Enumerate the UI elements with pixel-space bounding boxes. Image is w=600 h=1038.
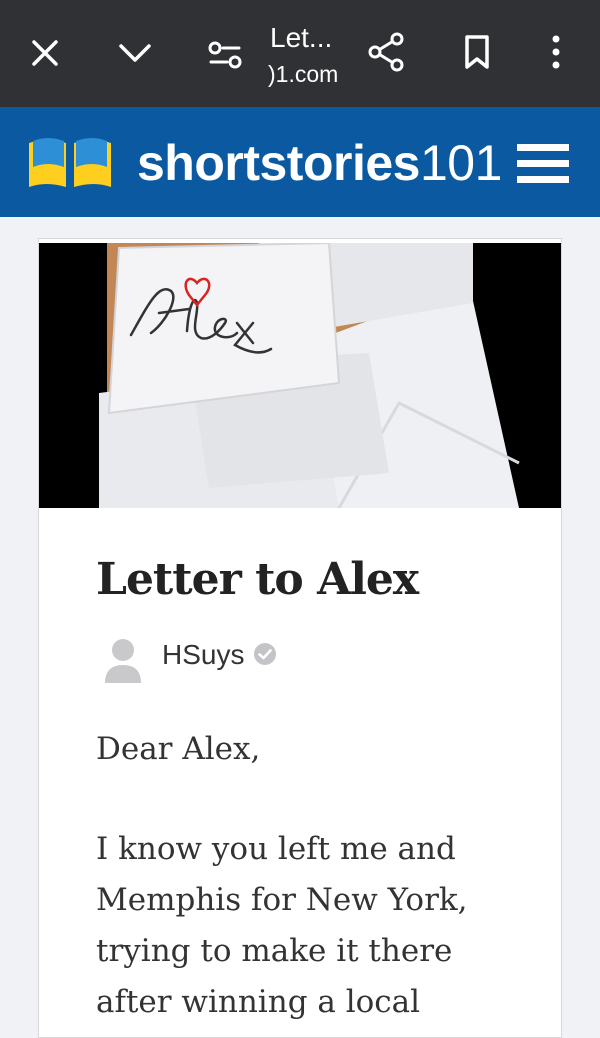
close-icon[interactable]: [26, 34, 64, 72]
greeting-paragraph: Dear Alex,: [96, 731, 261, 767]
tab-title[interactable]: Let...: [270, 22, 332, 54]
browser-toolbar: Let... )1.com: [0, 0, 600, 107]
body-line: Memphis for New York,: [96, 882, 468, 918]
page-controls-icon[interactable]: [205, 38, 245, 72]
article-title: Letter to Alex: [96, 554, 419, 605]
site-logo-icon[interactable]: [26, 133, 114, 193]
article-hero-image[interactable]: [39, 243, 561, 508]
author-name[interactable]: HSuys: [162, 637, 244, 673]
url-text[interactable]: )1.com: [268, 60, 338, 88]
bookmark-icon[interactable]: [460, 32, 494, 72]
site-logo-text[interactable]: shortstories101: [137, 135, 502, 191]
body-line: trying to make it there: [96, 933, 453, 969]
share-icon[interactable]: [366, 30, 408, 74]
author-avatar[interactable]: [103, 637, 143, 683]
body-line: after winning a local: [96, 984, 421, 1020]
chevron-down-icon[interactable]: [114, 34, 156, 72]
verified-badge-icon: [253, 642, 277, 666]
body-line: I know you left me and: [96, 831, 456, 867]
more-menu-icon[interactable]: [544, 32, 568, 72]
hamburger-menu-icon[interactable]: [517, 142, 569, 186]
